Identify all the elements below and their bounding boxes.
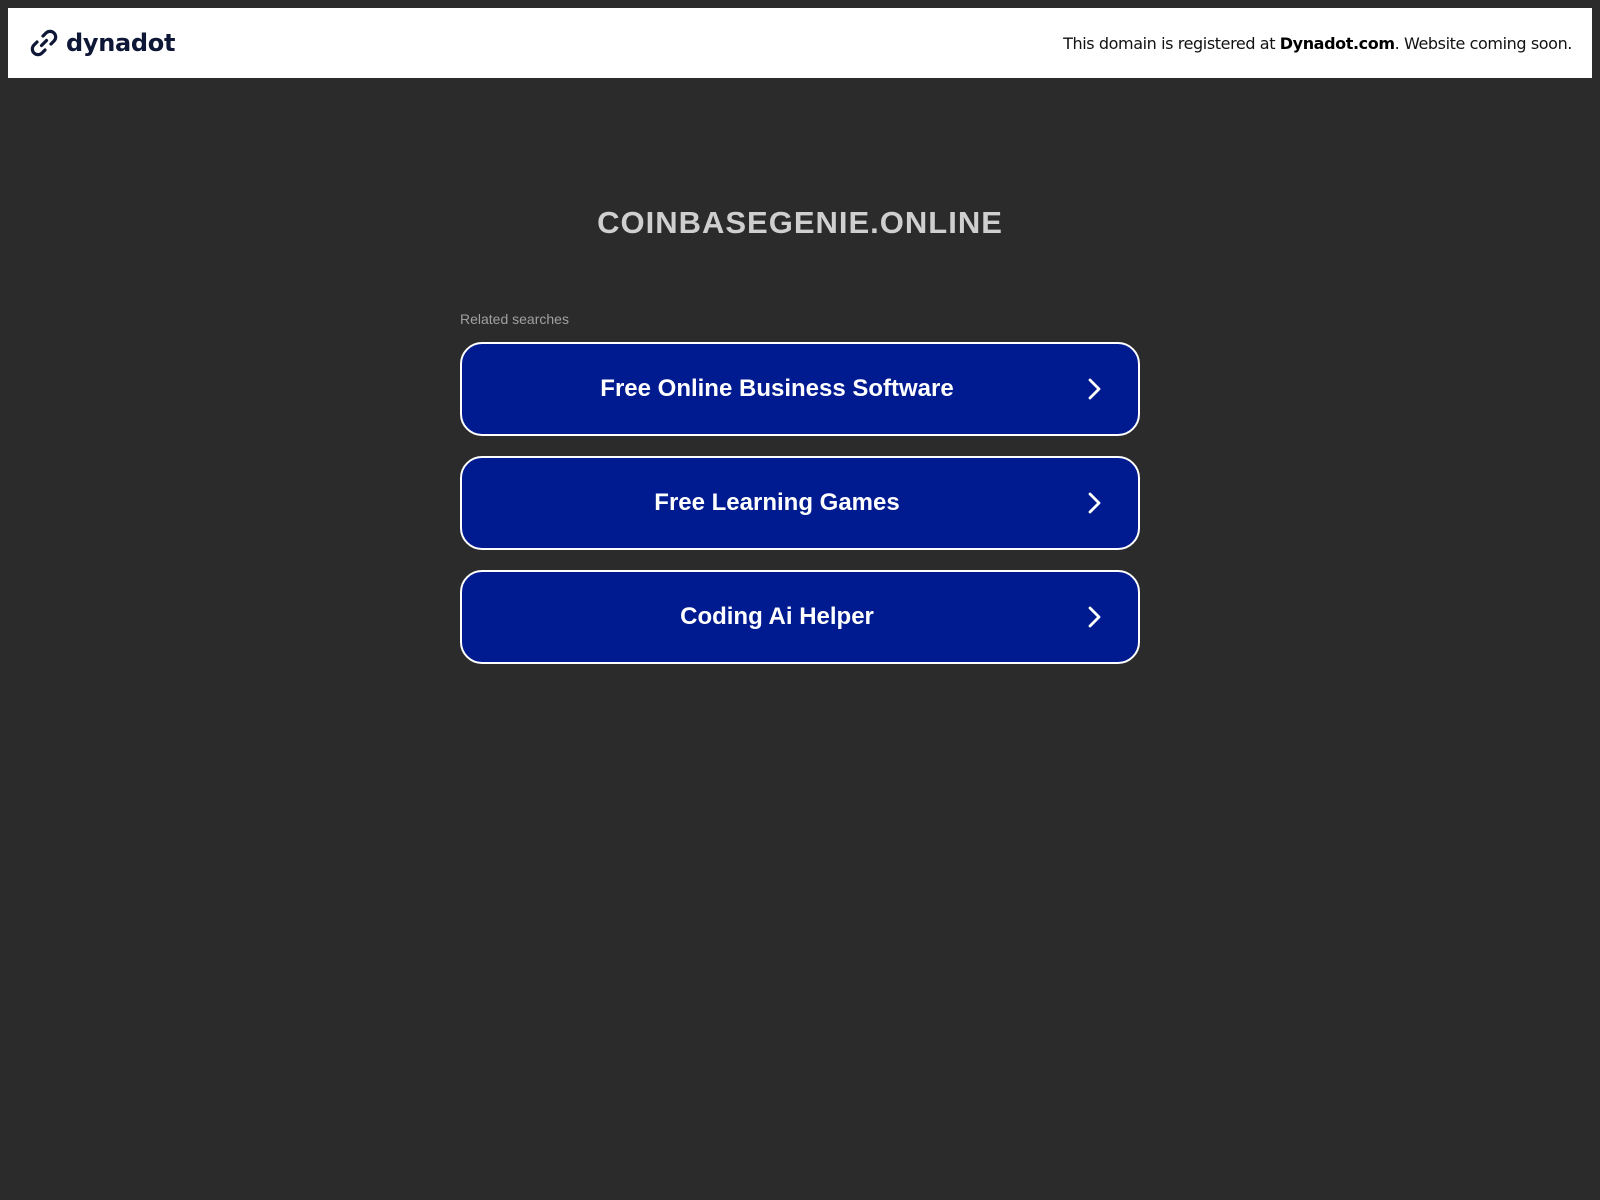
related-searches-label: Related searches: [460, 311, 569, 327]
search-button-free-online-business-software[interactable]: Free Online Business Software: [460, 342, 1140, 436]
chevron-right-icon: [1088, 606, 1101, 628]
chevron-right-icon: [1088, 492, 1101, 514]
notice-suffix: . Website coming soon.: [1394, 33, 1573, 53]
related-searches-list: Free Online Business Software Free Learn…: [460, 342, 1140, 684]
notice-prefix: This domain is registered at: [1063, 33, 1280, 53]
brand-name: dynadot: [66, 29, 176, 57]
search-button-label: Free Online Business Software: [600, 375, 954, 402]
search-button-coding-ai-helper[interactable]: Coding Ai Helper: [460, 570, 1140, 664]
search-button-label: Coding Ai Helper: [680, 603, 874, 630]
search-button-free-learning-games[interactable]: Free Learning Games: [460, 456, 1140, 550]
search-button-label: Free Learning Games: [654, 489, 900, 516]
link-chain-icon: [30, 29, 58, 57]
top-bar: dynadot This domain is registered at Dyn…: [8, 8, 1592, 78]
registration-notice: This domain is registered at Dynadot.com…: [1063, 34, 1572, 53]
registrar-name: Dynadot.com: [1279, 33, 1395, 53]
dynadot-logo-link[interactable]: dynadot: [28, 27, 175, 59]
chevron-right-icon: [1088, 378, 1101, 400]
domain-title: COINBASEGENIE.ONLINE: [597, 205, 1003, 240]
